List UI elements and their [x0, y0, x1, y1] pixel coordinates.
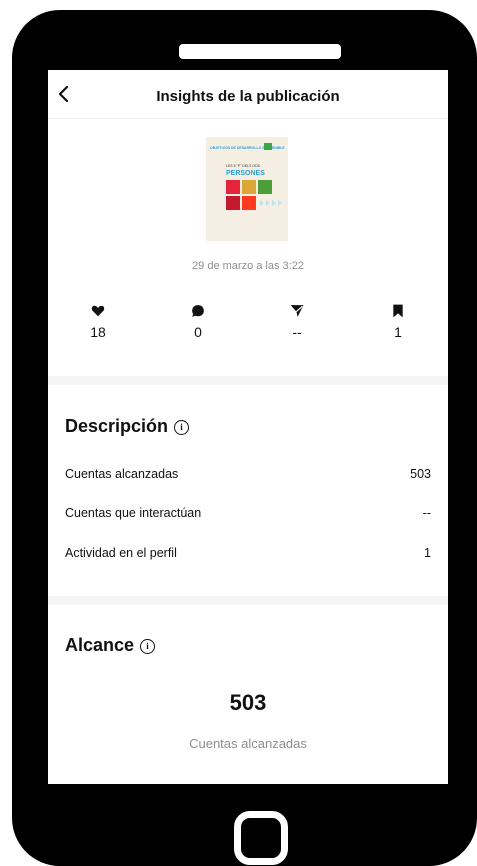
section-divider [48, 596, 448, 605]
metric-row: Actividad en el perfil 1 [65, 546, 431, 560]
stat-saves: 1 [378, 304, 418, 340]
descripcion-title-text: Descripción [65, 416, 169, 436]
metric-row: Cuentas que interactúan -- [65, 506, 431, 520]
page-title: Insights de la publicación [156, 88, 340, 105]
stat-likes: 18 [78, 304, 118, 340]
metric-value: 503 [410, 467, 431, 481]
descripcion-section-title: Descripción i [65, 416, 190, 437]
metric-label: Cuentas alcanzadas [65, 467, 179, 481]
section-divider [48, 376, 448, 385]
metric-value: 1 [424, 546, 431, 560]
thumb-sub: LES 5 "P" DELS ODS [226, 164, 261, 168]
metric-label: Actividad en el perfil [65, 546, 177, 560]
info-icon[interactable]: i [140, 639, 156, 654]
alcance-section-title: Alcance i [65, 635, 156, 656]
shares-count: -- [292, 324, 302, 340]
send-icon [290, 305, 304, 317]
info-icon[interactable]: i [174, 420, 190, 435]
post-thumbnail[interactable]: OBJETIVOS DE DESARROLLO SOSTENIBLE LES 5… [206, 137, 288, 241]
likes-count: 18 [90, 324, 106, 340]
thumb-heading: PERSONES [226, 170, 265, 177]
metric-value: -- [422, 506, 431, 520]
post-thumbnail-image: OBJETIVOS DE DESARROLLO SOSTENIBLE LES 5… [206, 137, 288, 241]
stat-comments: 0 [178, 304, 218, 340]
screen: Insights de la publicación OBJETIVOS DE … [48, 70, 448, 784]
home-button[interactable] [234, 811, 288, 865]
phone-speaker [179, 44, 341, 59]
alcance-title-text: Alcance [65, 635, 135, 655]
reach-number: 503 [229, 690, 267, 715]
bookmark-icon [393, 304, 403, 318]
metric-row: Cuentas alcanzadas 503 [65, 467, 431, 481]
reach-label: Cuentas alcanzadas [189, 736, 307, 751]
comment-icon [192, 305, 204, 317]
post-date: 29 de marzo a las 3:22 [192, 260, 304, 272]
metric-label: Cuentas que interactúan [65, 506, 202, 520]
header: Insights de la publicación [48, 70, 448, 119]
saves-count: 1 [394, 324, 402, 340]
comments-count: 0 [194, 324, 202, 340]
thumb-title: OBJETIVOS DE DESARROLLO SOSTENIBLE [210, 146, 285, 150]
heart-icon [91, 305, 105, 317]
stat-shares: -- [277, 304, 317, 340]
